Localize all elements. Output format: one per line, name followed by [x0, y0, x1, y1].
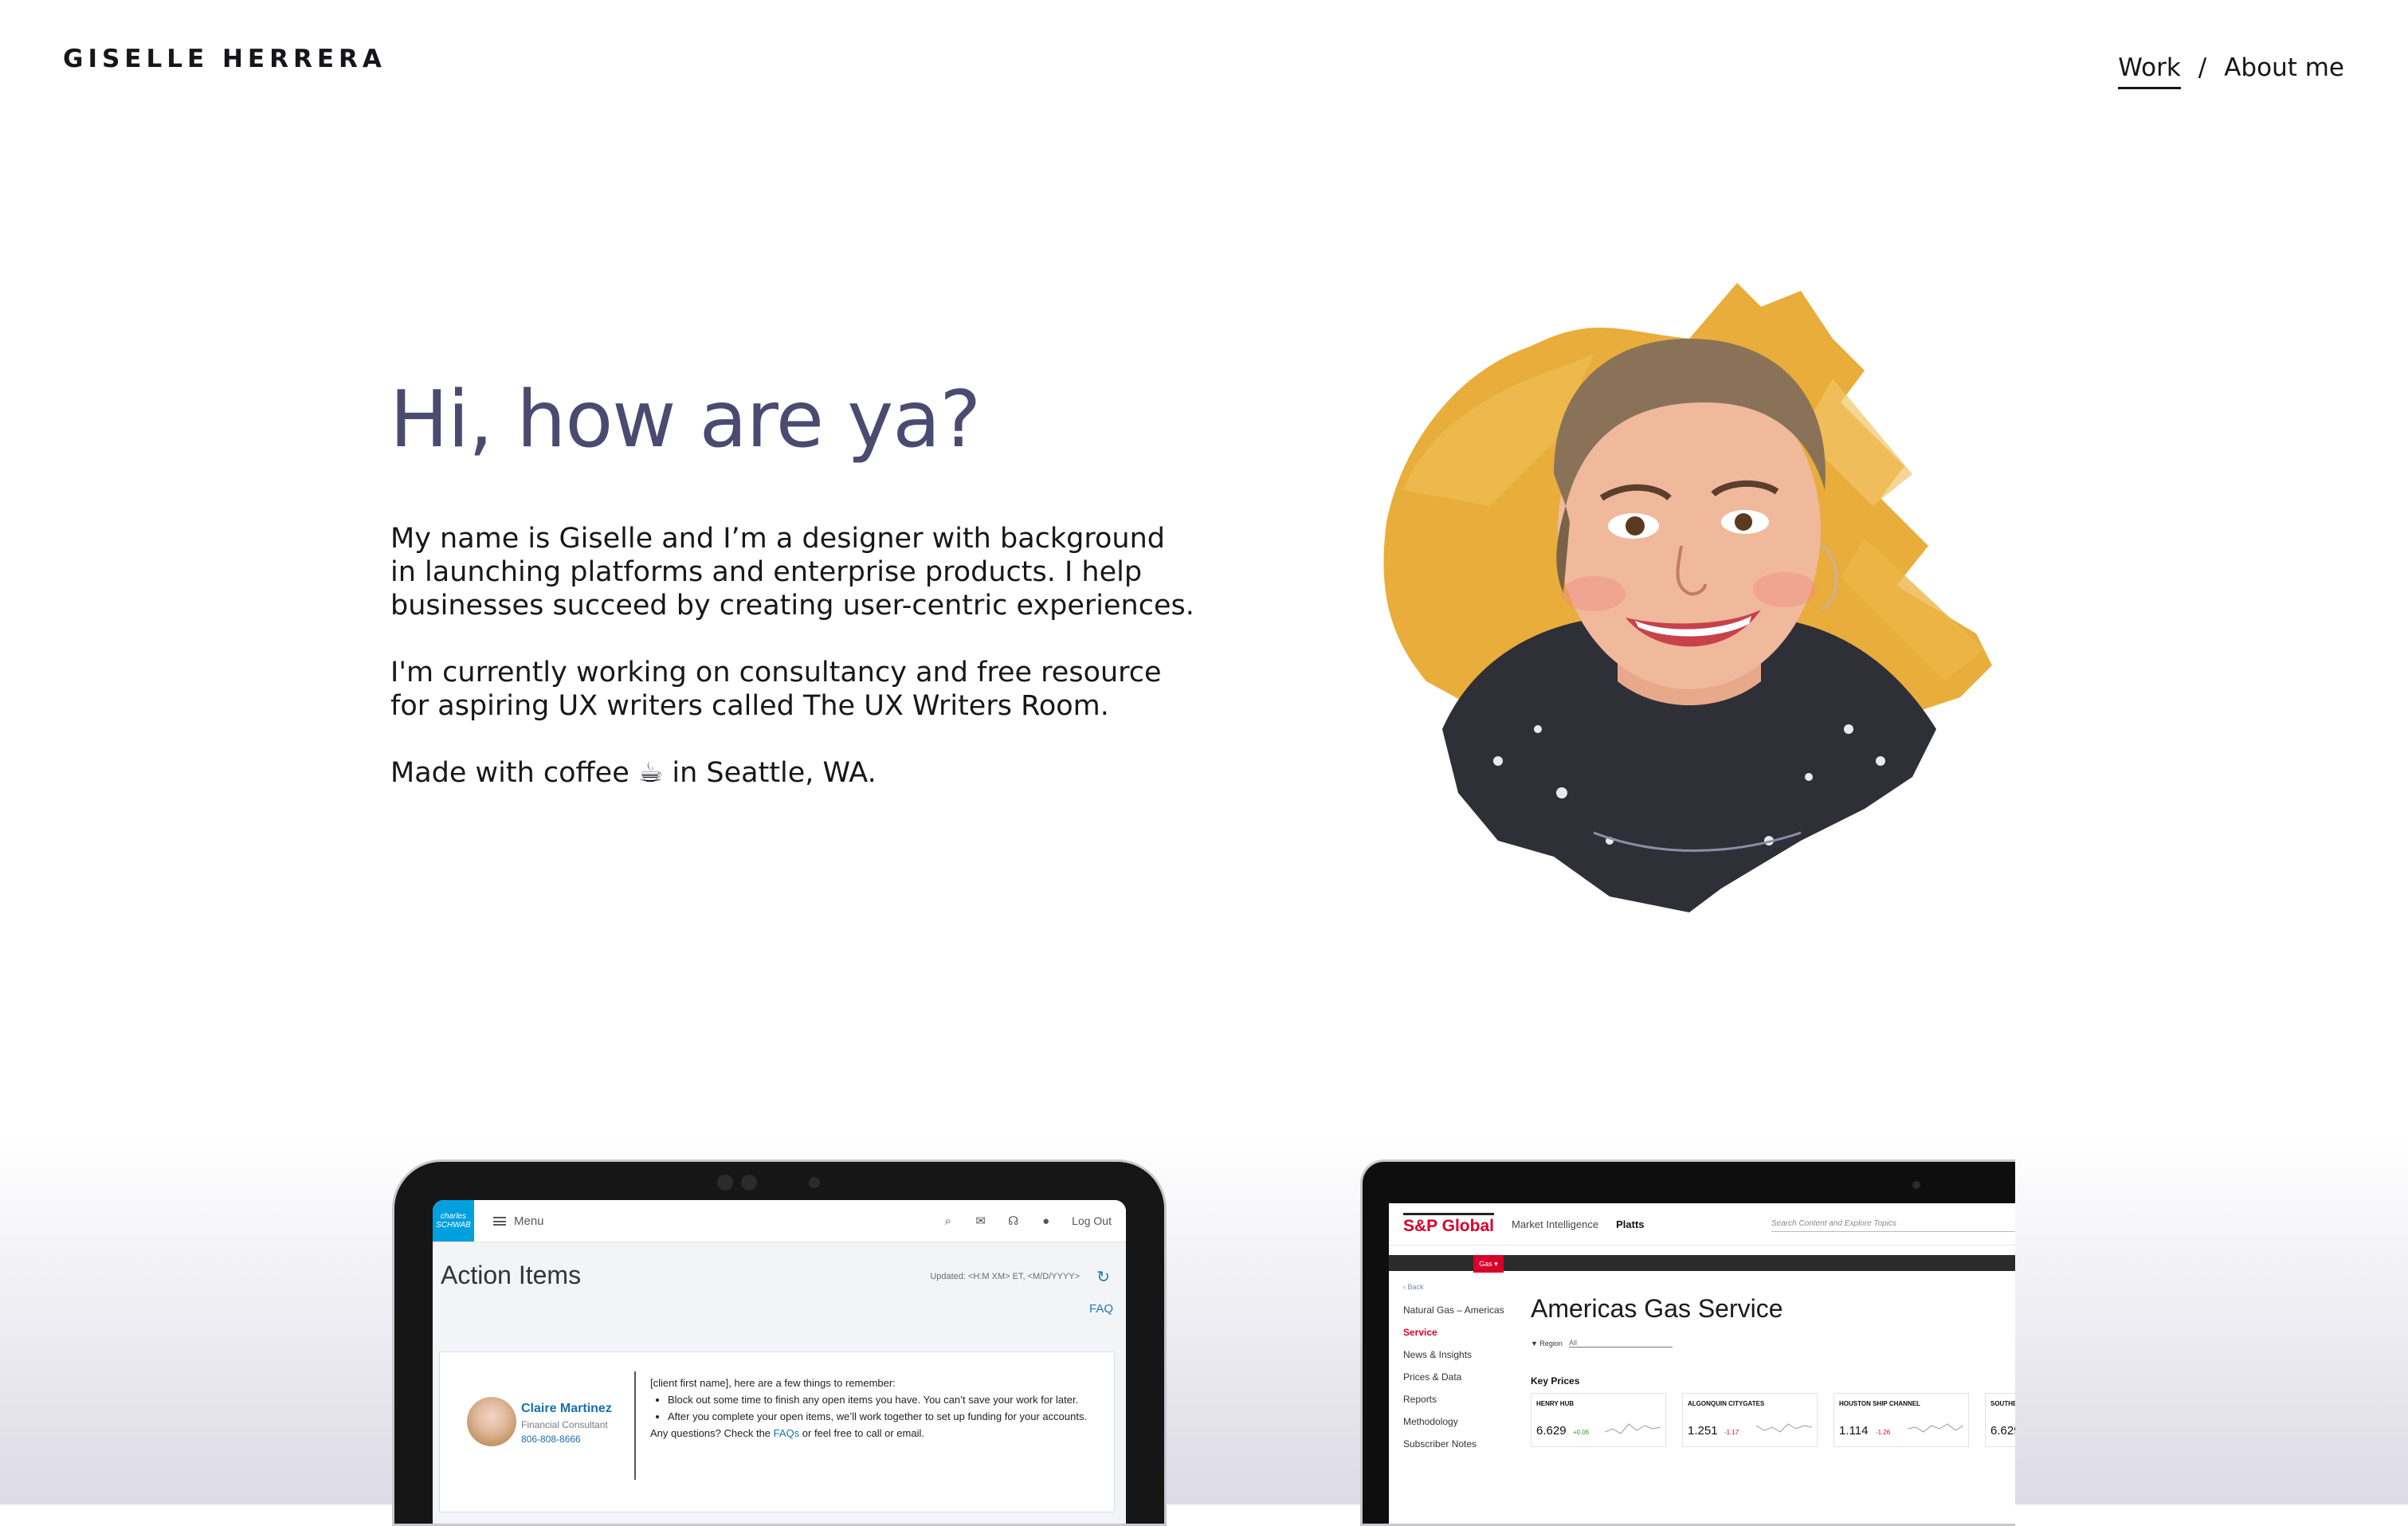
action-item-card: Claire Martinez Financial Consultant 806… [439, 1351, 1115, 1512]
page-title: Americas Gas Service [1531, 1294, 1783, 1323]
headset-icon[interactable]: ☊ [1006, 1214, 1020, 1228]
intro-paragraph-3: Made with coffee ☕ in Seattle, WA. [390, 757, 877, 789]
tile-name: SOUTHER [1990, 1400, 2015, 1407]
consultant-role: Financial Consultant [521, 1419, 608, 1430]
sidebar-item-service[interactable]: Service [1403, 1321, 1504, 1344]
sp-global-logo: S&P Global [1403, 1212, 1494, 1236]
region-filter[interactable]: ▼ Region All [1531, 1339, 1673, 1348]
tile-name: HENRY HUB [1536, 1400, 1575, 1407]
price-tile[interactable]: HENRY HUB 6.629 +0.06 [1531, 1393, 1666, 1447]
sp-nav: Market Intelligence Platts [1512, 1218, 1645, 1230]
tile-value: 6.629 [1990, 1424, 2015, 1438]
consultant-phone[interactable]: 806-808-8666 [521, 1434, 581, 1445]
menu-button[interactable]: Menu [493, 1214, 544, 1228]
tile-delta: -1.17 [1724, 1429, 1739, 1436]
sidebar-item-prices[interactable]: Prices & Data [1403, 1366, 1504, 1388]
reminder-message: [client first name], here are a few thin… [650, 1375, 1092, 1442]
portrait-illustration [1383, 283, 1992, 912]
footer-text: Any questions? Check the [650, 1427, 774, 1439]
region-label: Region [1539, 1339, 1563, 1348]
faqs-link[interactable]: FAQs [774, 1427, 800, 1439]
hero-title: Hi, how are ya? [390, 375, 981, 465]
sparkline [1756, 1423, 1812, 1433]
footer-text: or feel free to call or email. [799, 1427, 924, 1439]
nav-about-link[interactable]: About me [2224, 53, 2344, 82]
nav-separator: / [2198, 53, 2207, 82]
profile-icon[interactable]: ● [1039, 1214, 1053, 1228]
sp-sidebar: Natural Gas – Americas Service News & In… [1403, 1299, 1504, 1455]
intro-paragraph-2: I'm currently working on consultancy and… [390, 657, 1162, 722]
schwab-logo: charles SCHWAB [433, 1200, 474, 1242]
sidebar-item-natural-gas[interactable]: Natural Gas – Americas [1403, 1299, 1504, 1321]
sidebar-item-news[interactable]: News & Insights [1403, 1344, 1504, 1366]
tile-value: 1.114 [1839, 1424, 1869, 1438]
project-card-sp-global[interactable]: S&P Global Market Intelligence Platts Sea… [1360, 1159, 2015, 1526]
project-card-schwab[interactable]: charles SCHWAB Menu ⌕ ✉ ☊ ● Log Out Acti… [392, 1159, 1167, 1526]
price-tile[interactable]: ALGONQUIN CITYGATES 1.251 -1.17 [1682, 1393, 1818, 1447]
gas-tag[interactable]: Gas ▾ [1473, 1255, 1504, 1273]
price-tile[interactable]: SOUTHER 6.629 [1985, 1393, 2015, 1447]
sidebar-item-subscriber-notes[interactable]: Subscriber Notes [1403, 1433, 1504, 1455]
tablet-screen: charles SCHWAB Menu ⌕ ✉ ☊ ● Log Out Acti… [433, 1200, 1126, 1524]
camera-dot [741, 1175, 757, 1191]
sp-subbar: Gas ▾ [1389, 1255, 2015, 1273]
reminder-bullet: After you complete your open items, we’l… [668, 1408, 1092, 1425]
projects-background [0, 1132, 2408, 1504]
card-divider [634, 1371, 636, 1480]
hamburger-icon [493, 1216, 506, 1226]
reminder-bullet: Block out some time to finish any open i… [668, 1391, 1092, 1408]
intro-text: My name is Giselle and I’m a designer wi… [390, 522, 1195, 823]
search-icon[interactable]: ⌕ [941, 1214, 955, 1228]
site-brand[interactable]: GISELLE HERRERA [63, 45, 386, 73]
camera-dot [1912, 1181, 1920, 1189]
sp-topbar: S&P Global Market Intelligence Platts Sea… [1389, 1203, 2015, 1246]
filter-icon: ▼ [1531, 1339, 1540, 1348]
tile-value: 6.629 [1536, 1424, 1567, 1438]
key-prices-heading: Key Prices [1531, 1375, 1580, 1387]
nav-market-intelligence[interactable]: Market Intelligence [1512, 1218, 1598, 1230]
updated-timestamp: Updated: <H:M XM> ET, <M/D/YYYY> [930, 1272, 1080, 1281]
price-tile[interactable]: HOUSTON SHIP CHANNEL 1.114 -1.26 [1833, 1393, 1969, 1447]
price-tiles: HENRY HUB 6.629 +0.06 ALGONQUIN CITYGATE… [1531, 1393, 2015, 1447]
mail-icon[interactable]: ✉ [974, 1214, 987, 1228]
tile-value: 1.251 [1688, 1424, 1718, 1438]
menu-label: Menu [514, 1214, 544, 1228]
schwab-topbar: charles SCHWAB Menu ⌕ ✉ ☊ ● Log Out [433, 1200, 1126, 1242]
refresh-icon[interactable]: ↻ [1096, 1267, 1110, 1287]
nav-platts[interactable]: Platts [1616, 1218, 1644, 1230]
tile-name: HOUSTON SHIP CHANNEL [1839, 1400, 1920, 1407]
tile-delta: -1.26 [1876, 1429, 1891, 1436]
intro-paragraph-1: My name is Giselle and I’m a designer wi… [390, 523, 1194, 622]
back-link[interactable]: ‹ Back [1403, 1283, 1424, 1291]
nav-work-link[interactable]: Work [2118, 53, 2181, 89]
sidebar-item-methodology[interactable]: Methodology [1403, 1410, 1504, 1433]
tile-delta: +0.06 [1573, 1429, 1590, 1436]
topbar-actions: ⌕ ✉ ☊ ● Log Out [941, 1214, 1126, 1228]
sidebar-item-reports[interactable]: Reports [1403, 1388, 1504, 1410]
region-select[interactable]: All [1568, 1339, 1673, 1348]
tile-name: ALGONQUIN CITYGATES [1688, 1400, 1765, 1407]
faq-link[interactable]: FAQ [1089, 1302, 1113, 1316]
camera-dot [809, 1177, 820, 1188]
main-nav: Work / About me [2118, 46, 2344, 89]
logout-link[interactable]: Log Out [1072, 1214, 1112, 1227]
reminder-footer: Any questions? Check the FAQs or feel fr… [650, 1425, 1092, 1442]
laptop-screen: S&P Global Market Intelligence Platts Sea… [1389, 1203, 2015, 1524]
page-title: Action Items [441, 1261, 582, 1289]
sparkline [1605, 1423, 1661, 1434]
sparkline [1908, 1423, 1963, 1433]
avatar [467, 1397, 516, 1446]
consultant-name[interactable]: Claire Martinez [521, 1402, 612, 1416]
sp-search-input[interactable]: Search Content and Explore Topics [1771, 1219, 2015, 1232]
camera-dot [717, 1175, 733, 1191]
reminder-intro: [client first name], here are a few thin… [650, 1377, 896, 1389]
